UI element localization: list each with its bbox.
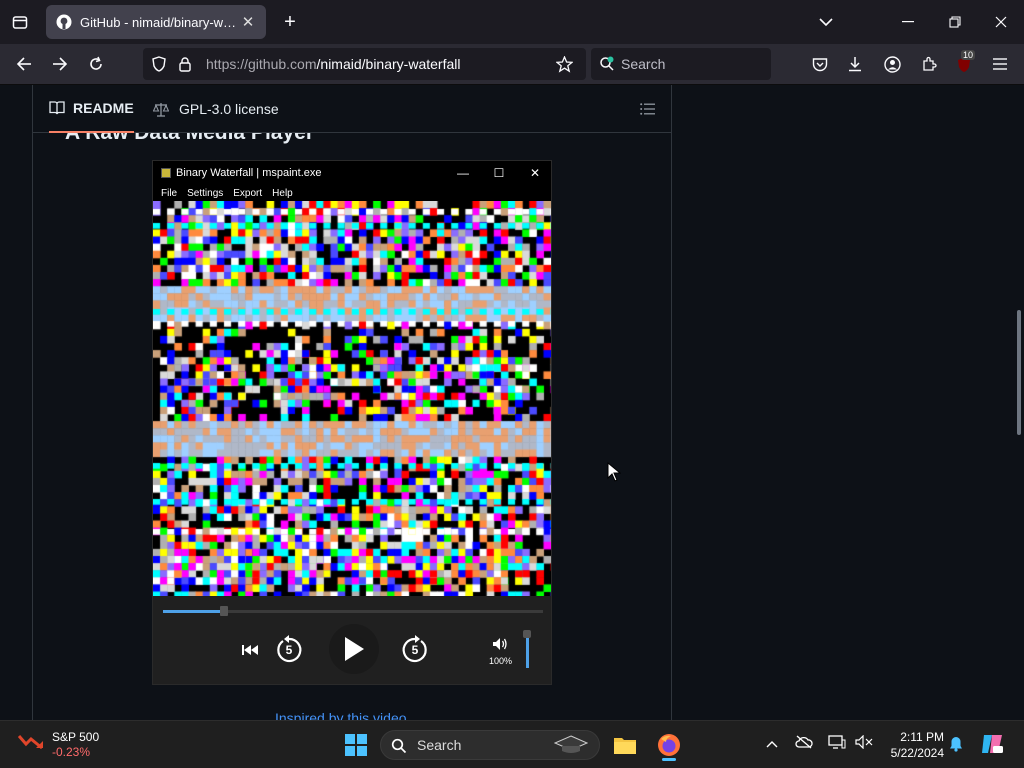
show-hidden-icons-icon[interactable] [766, 735, 778, 751]
downloads-icon[interactable] [843, 54, 867, 74]
list-all-tabs-icon[interactable] [814, 12, 838, 32]
scale-icon [153, 102, 169, 117]
file-explorer-icon[interactable] [612, 733, 638, 757]
app-maximize-icon: ☐ [493, 166, 505, 180]
back-icon[interactable] [12, 54, 36, 74]
clock-date: 5/22/2024 [890, 746, 944, 760]
github-icon [56, 14, 72, 30]
outline-list-icon[interactable] [635, 99, 659, 119]
clock-time: 2:11 PM [900, 730, 944, 744]
volume-level-text: 100% [489, 656, 513, 666]
volume-slider [526, 634, 529, 668]
browser-tab-github[interactable]: GitHub - nimaid/binary-waterfall ✕ [46, 5, 266, 39]
app-menu-export: Export [233, 187, 263, 199]
skip-forward-label: 5 [411, 643, 419, 657]
search-icon [599, 56, 615, 72]
search-placeholder: Search [621, 56, 666, 72]
mouse-cursor-icon [607, 462, 621, 482]
web-page: README GPL-3.0 license A Raw Data Media … [0, 85, 1024, 720]
new-tab-icon[interactable]: + [278, 11, 302, 33]
extensions-badge: 10 [961, 50, 976, 60]
tab-list-icon[interactable] [8, 12, 32, 32]
account-icon[interactable] [880, 54, 904, 74]
app-screenshot-window: Binary Waterfall | mspaint.exe — ☐ ✕ Fil… [152, 160, 552, 685]
browser-tab-bar: GitHub - nimaid/binary-waterfall ✕ + [0, 0, 1024, 44]
search-bar[interactable]: Search [591, 48, 771, 80]
firefox-active-indicator [662, 758, 676, 761]
restart-icon [239, 640, 261, 660]
player-controls: 5 5 100% [153, 596, 551, 684]
tab-readme-label: README [73, 100, 134, 116]
skip-back-icon: 5 [273, 634, 305, 666]
pocket-icon[interactable] [808, 54, 832, 74]
tab-license-label: GPL-3.0 license [179, 101, 279, 117]
app-close-icon: ✕ [529, 166, 541, 180]
firefox-icon[interactable] [656, 732, 682, 761]
lock-icon[interactable] [177, 56, 193, 72]
minimize-icon[interactable] [896, 12, 920, 32]
app-title: Binary Waterfall | mspaint.exe [176, 167, 322, 179]
close-window-icon[interactable] [989, 12, 1013, 32]
play-icon [329, 624, 379, 674]
menu-hamburger-icon[interactable] [988, 54, 1012, 74]
volume-muted-icon[interactable] [855, 734, 873, 752]
reload-icon[interactable] [84, 54, 108, 74]
volume-icon [491, 636, 509, 652]
book-icon [49, 101, 65, 115]
stock-change: -0.23% [52, 745, 91, 759]
shield-icon[interactable] [151, 56, 167, 72]
address-bar[interactable]: https://github.com/nimaid/binary-waterfa… [143, 48, 586, 80]
app-menu-settings: Settings [187, 187, 224, 199]
app-menu-file: File [161, 187, 178, 199]
restore-icon[interactable] [943, 12, 967, 32]
url-text: https://github.com/nimaid/binary-waterfa… [206, 56, 461, 72]
readme-header: README GPL-3.0 license [33, 85, 671, 133]
graduation-cap-icon [551, 733, 591, 757]
app-icon [161, 168, 171, 178]
forward-icon[interactable] [48, 54, 72, 74]
bookmark-star-icon[interactable] [555, 55, 573, 73]
tab-readme[interactable]: README [49, 85, 134, 133]
taskbar-search-box[interactable]: Search [380, 730, 600, 760]
notification-bell-icon[interactable] [949, 736, 963, 755]
page-scrollbar-thumb[interactable] [1017, 310, 1021, 435]
stock-widget[interactable]: S&P 500 -0.23% [18, 730, 99, 760]
seek-thumb [219, 606, 228, 616]
app-menu-bar: File Settings Export Help [153, 185, 551, 201]
extensions-icon[interactable] [917, 54, 941, 74]
seek-progress [163, 610, 224, 613]
stock-chart-icon [18, 735, 43, 750]
binary-pixel-visualization [153, 201, 551, 596]
taskbar-search-placeholder: Search [417, 737, 462, 753]
tab-license[interactable]: GPL-3.0 license [153, 85, 279, 133]
copilot-icon[interactable] [980, 733, 1004, 758]
app-minimize-icon: — [457, 166, 469, 180]
windows-start-icon[interactable] [344, 733, 368, 757]
onedrive-offline-icon[interactable] [795, 735, 813, 752]
windows-taskbar: S&P 500 -0.23% Search 2:11 PM 5/22/2024 [0, 720, 1024, 768]
inspired-link[interactable]: Inspired by this video [275, 710, 407, 720]
close-tab-icon[interactable]: ✕ [240, 13, 256, 31]
skip-back-label: 5 [285, 643, 293, 657]
stock-name: S&P 500 [52, 730, 100, 744]
taskbar-search-icon [391, 738, 407, 754]
volume-thumb [523, 630, 531, 638]
display-icon[interactable] [828, 735, 846, 752]
navigation-toolbar: https://github.com/nimaid/binary-waterfa… [0, 44, 1024, 85]
taskbar-clock[interactable]: 2:11 PM 5/22/2024 [880, 729, 944, 761]
skip-forward-icon: 5 [399, 634, 431, 666]
tab-title: GitHub - nimaid/binary-waterfall [80, 14, 240, 30]
app-menu-help: Help [272, 187, 293, 199]
ublock-icon[interactable]: 10 [952, 50, 976, 76]
